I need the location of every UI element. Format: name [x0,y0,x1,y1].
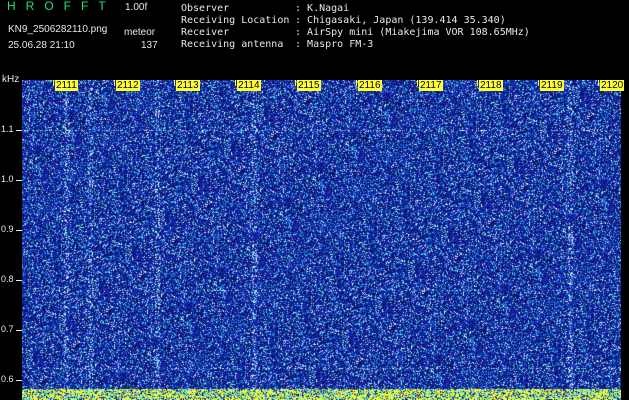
info-label: Observer [181,3,230,14]
x-tick-label: 2118 [479,80,503,91]
x-tick-label: 2111 [55,80,78,91]
x-tick [356,80,357,86]
y-tick [16,380,22,381]
info-row: Observer [181,3,229,14]
x-tick-label: 2116 [358,80,382,91]
y-tick-label: 0.8 [1,274,14,284]
y-tick-label: 1.1 [1,124,14,134]
y-tick [16,330,22,331]
y-tick [16,180,22,181]
info-label: Receiving antenna [181,39,284,50]
info-value: : Maspro FM-3 [295,39,374,50]
info-label: Receiver [181,27,230,38]
info-value: : Chigasaki, Japan (139.414 35.340) [295,15,506,26]
x-tick [114,80,115,86]
x-tick [417,80,418,86]
y-unit-label: kHz [2,74,20,85]
x-tick [53,80,54,86]
x-tick [235,80,236,86]
x-tick [538,80,539,86]
info-row: Receiving antenna [181,39,283,50]
y-tick [16,280,22,281]
x-tick-label: 2112 [116,80,140,91]
y-tick-label: 0.7 [1,324,14,334]
y-tick-label: 1.0 [1,174,14,184]
x-tick-label: 2113 [176,80,200,91]
x-tick [598,80,599,86]
x-tick-label: 2120 [600,80,625,91]
y-tick [16,230,22,231]
y-tick-label: 0.9 [1,224,14,234]
info-row: Receiving Location [181,15,289,26]
y-tick [16,130,22,131]
x-tick-label: 2119 [540,80,564,91]
info-value: : K.Nagai [295,3,350,14]
x-tick-label: 2114 [237,80,261,91]
y-tick-label: 0.6 [1,374,14,384]
x-tick [174,80,175,86]
x-tick-label: 2117 [419,80,443,91]
filename-label: KN9_2506282110.png [8,24,108,35]
info-row: Receiver [181,27,229,38]
datetime-label: 25.06.28 21:10 [8,40,75,51]
x-tick [477,80,478,86]
x-tick [295,80,296,86]
x-tick-label: 2115 [297,80,321,91]
version-label: 1.00f [125,2,148,13]
info-label: Receiving Location [181,15,290,26]
spectrogram-waterfall[interactable] [22,80,621,400]
app-logo: HROFFT [7,0,116,13]
mode-label: meteor [124,27,156,38]
info-value: : AirSpy mini (Miakejima VOR 108.65MHz) [295,27,530,38]
count-label: 137 [141,40,158,51]
